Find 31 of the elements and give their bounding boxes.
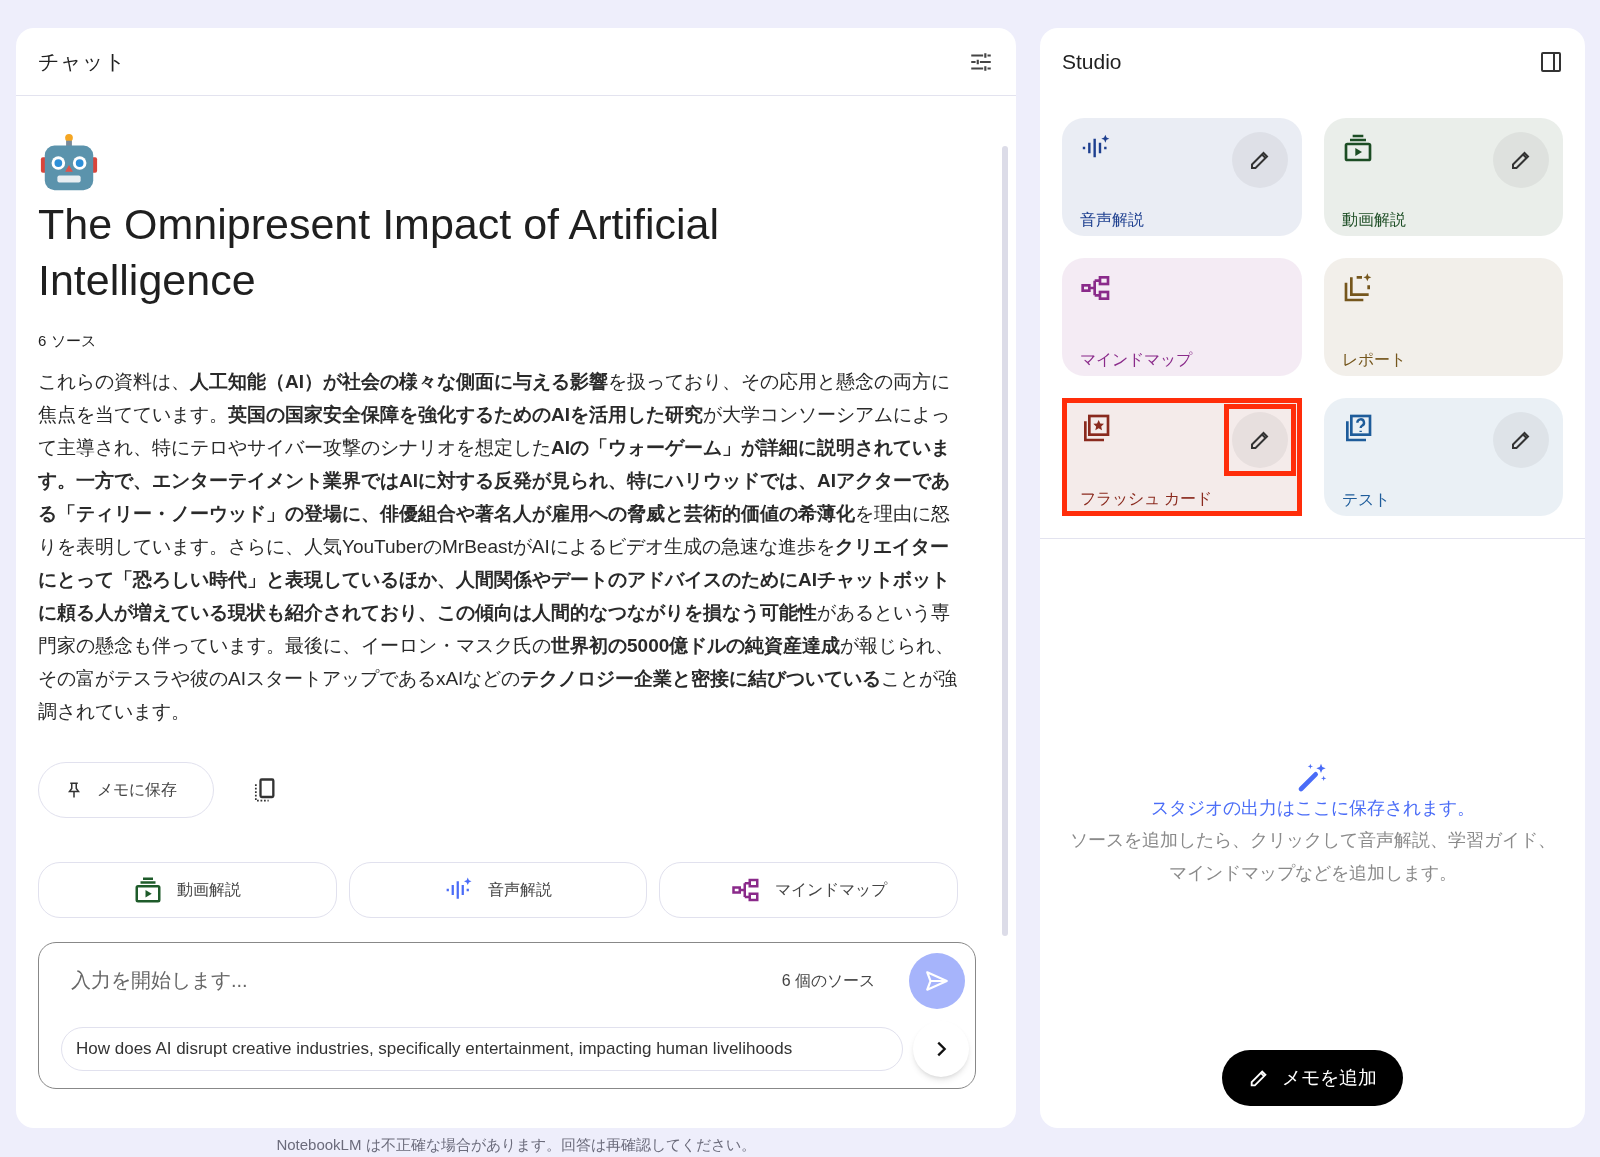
studio-tile[interactable]: フラッシュ カード	[1062, 398, 1302, 516]
tile-label: フラッシュ カード	[1080, 489, 1214, 509]
collapse-panel-button[interactable]	[1539, 50, 1563, 74]
quick-action-button[interactable]: 動画解説	[38, 861, 337, 918]
studio-tile[interactable]: レポート	[1323, 258, 1563, 376]
disclaimer-text: NotebookLM は不正確な場合があります。回答は再確認してください。	[276, 1135, 756, 1155]
panel-title: チャット	[38, 48, 126, 75]
edit-button[interactable]	[1231, 412, 1288, 468]
studio-tile[interactable]: 動画解説	[1323, 118, 1563, 236]
empty-state-text: ソースを追加したら、クリックして音声解説、学習ガイド、マインドマップなどを追加します。	[1068, 829, 1557, 885]
tile-label: 動画解説	[1341, 210, 1407, 230]
studio-tile[interactable]: 音声解説	[1062, 118, 1302, 236]
empty-state-title: スタジオの出力はここに保存されます。	[1150, 797, 1475, 820]
chat-input-box[interactable]: 入力を開始します... 6 個のソース How does AI disrupt creative industries, specifically entertainment, impacting human livelihoods	[38, 941, 976, 1089]
quick-action-button[interactable]: マインドマップ	[659, 861, 958, 918]
source-count: 6 個のソース	[781, 970, 875, 991]
tile-label: 音声解説	[1080, 210, 1145, 230]
quick-action-button[interactable]: 音声解説	[348, 861, 648, 918]
side-panel-icon	[1539, 50, 1563, 74]
summary-paragraph: これらの資料は、人工知能（AI）が社会の様々な側面に与える影響を扱っており、その応用と懸念の両方に焦点を当てています。英国の国家安全保障を強化するためのAIを活用した研究が大学コンソーシアムによって主導され、特にテロやサイバー攻撃のシナリオを想定したAIの「ウォーゲーム」が詳細に説明されています。一方で、エンターテイメント業界ではAIに対する反発が見られ、特にハリウッドでは、AIアクターである「ティリー・ノーウッド」の登場に、俳優組合や著名人が雇用への脅威と芸術的価値の希薄化を理由に怒りを表明しています。さらに、人気YouTuberのMrBeastがAIによるビデオ生成の急速な進歩をクリエイターにとって「恐ろしい時代」と表現しているほか、人間関係やデートのアドバイスのためにAIチャットボットに頼る人が増えている現状も紹介されており、この傾向は人間的なつながりを損なう可能性があるという専門家の懸念も伴っています。最後に、イーロン・マスク氏の世界初の5000億ドルの純資産達成が報じられ、その富がテスラや彼のAIスタートアップであるxAIなどのテクノロジー企業と密接に結びついていることが強調されています。	[38, 369, 959, 724]
tile-label: マインドマップ	[1080, 350, 1194, 370]
studio-tile[interactable]: マインドマップ	[1062, 258, 1302, 376]
add-note-button[interactable]: メモを追加	[1222, 1050, 1403, 1106]
panel-title: Studio	[1062, 49, 1122, 76]
scrollbar[interactable]	[1002, 146, 1008, 936]
note-title: The Omnipresent Impact of Artificial Intelligence	[38, 199, 721, 306]
source-count: 6 ソース	[38, 331, 97, 351]
studio-tile[interactable]: テスト	[1323, 398, 1563, 516]
tile-label: レポート	[1341, 350, 1407, 370]
tile-label: テスト	[1341, 490, 1391, 510]
magic-wand-icon	[1296, 761, 1329, 793]
